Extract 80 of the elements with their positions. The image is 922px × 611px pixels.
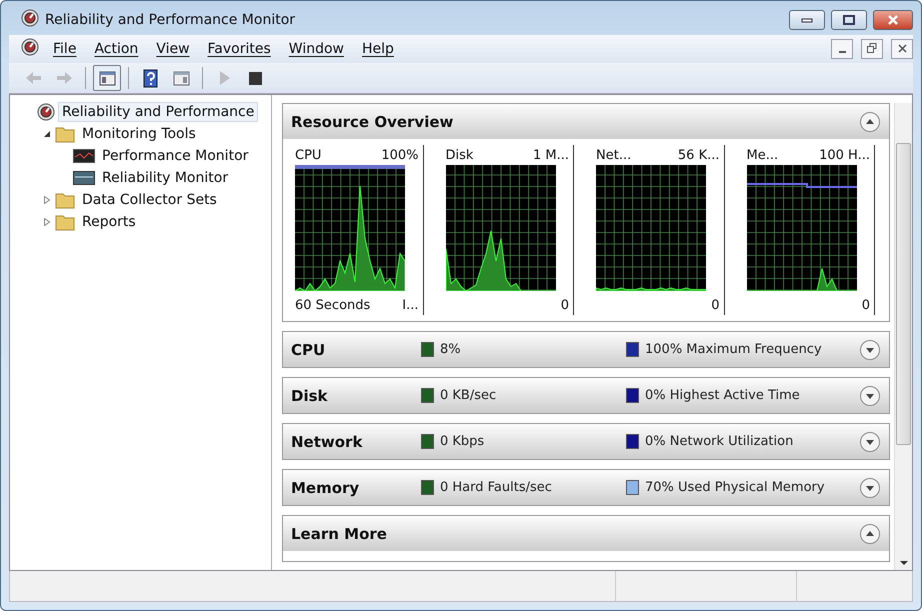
expand-icon[interactable] xyxy=(859,476,881,498)
stat-text: 0 Kbps xyxy=(440,434,484,449)
stat-text: 100% Maximum Frequency xyxy=(645,342,822,357)
restore-button[interactable] xyxy=(861,39,883,59)
panel-icon xyxy=(98,68,116,88)
tree-item[interactable]: Monitoring Tools xyxy=(78,124,200,144)
section-title: Disk xyxy=(291,386,328,404)
collapse-icon[interactable] xyxy=(43,130,51,138)
graph-max: 100% xyxy=(381,148,418,162)
window-title: Reliability and Performance Monitor xyxy=(45,12,296,28)
section-title: Memory xyxy=(291,478,360,496)
tree-item[interactable]: Reliability Monitor xyxy=(98,168,232,188)
stat-text: 8% xyxy=(440,342,461,357)
graph-min: 0 xyxy=(862,298,870,312)
expand-icon[interactable] xyxy=(859,338,881,360)
collapse-icon[interactable] xyxy=(859,522,881,544)
section-header[interactable]: Memory 0 Hard Faults/sec 70% Used Physical Memory xyxy=(283,470,889,505)
menu-item[interactable]: Favorites xyxy=(200,39,279,59)
tree-item[interactable]: Reports xyxy=(78,212,140,232)
panel-button[interactable] xyxy=(93,65,121,91)
chart-icon xyxy=(73,149,95,163)
minimize-button[interactable] xyxy=(789,10,825,30)
scroll-thumb[interactable] xyxy=(896,143,911,445)
tree-item[interactable]: Performance Monitor xyxy=(98,146,252,166)
chart-icon xyxy=(73,171,95,185)
section-title: Resource Overview xyxy=(291,112,454,130)
folder-icon xyxy=(55,125,75,143)
menu-item[interactable]: File xyxy=(45,39,84,59)
section-header[interactable]: Learn More xyxy=(283,516,889,551)
stat-text: 0% Highest Active Time xyxy=(645,388,800,403)
section-title: Learn More xyxy=(291,524,388,542)
graph-title: Net... xyxy=(596,148,632,162)
maximize-button[interactable] xyxy=(831,10,867,30)
section-header[interactable]: CPU 8% 100% Maximum Frequency xyxy=(283,332,889,367)
stat-text: 0% Network Utilization xyxy=(645,434,794,449)
collapse-icon[interactable] xyxy=(859,110,881,132)
close-button[interactable] xyxy=(891,39,913,59)
graph-min: I... xyxy=(402,298,418,312)
tree-item[interactable]: Reliability and Performance xyxy=(58,102,258,122)
section-header[interactable]: Network 0 Kbps 0% Network Utilization xyxy=(283,424,889,459)
maximize-icon xyxy=(843,15,855,25)
graph-time: 60 Seconds xyxy=(295,298,370,312)
help-icon xyxy=(140,68,160,88)
menu-item[interactable]: Help xyxy=(354,39,402,59)
close-button[interactable] xyxy=(873,10,913,30)
section-header[interactable]: Resource Overview xyxy=(283,104,889,139)
tree-item[interactable]: Data Collector Sets xyxy=(78,190,221,210)
panel-icon xyxy=(172,68,190,88)
graph-min: 0 xyxy=(560,298,569,312)
menu-item[interactable]: View xyxy=(148,39,198,59)
gauge-icon xyxy=(21,38,39,56)
minimize-button[interactable] xyxy=(831,39,853,59)
scrollbar[interactable] xyxy=(894,103,912,570)
graph-max: 56 K... xyxy=(678,148,720,162)
folder-icon xyxy=(55,191,75,209)
graph-max: 100 H... xyxy=(819,148,870,162)
graph-title: Me... xyxy=(746,148,778,162)
gauge-icon xyxy=(37,103,55,121)
folder-icon xyxy=(55,213,75,231)
stat-text: 0 KB/sec xyxy=(440,388,496,403)
stat-text: 0 Hard Faults/sec xyxy=(440,480,552,495)
gauge-icon xyxy=(21,9,39,27)
stat-text: 70% Used Physical Memory xyxy=(645,480,825,495)
graph-min: 0 xyxy=(711,298,720,312)
menu-item[interactable]: Window xyxy=(280,39,352,59)
section-title: CPU xyxy=(291,340,326,358)
close-icon xyxy=(898,44,906,52)
close-icon xyxy=(887,15,899,25)
graph-title: Disk xyxy=(446,148,474,162)
graph-title: CPU xyxy=(295,148,322,162)
expand-icon[interactable] xyxy=(859,384,881,406)
section-title: Network xyxy=(291,432,364,450)
restore-icon xyxy=(867,42,877,52)
minimize-icon xyxy=(838,50,846,52)
expand-icon[interactable] xyxy=(859,430,881,452)
graph-max: 1 M... xyxy=(532,148,569,162)
menu-item[interactable]: Action xyxy=(86,39,146,59)
section-header[interactable]: Disk 0 KB/sec 0% Highest Active Time xyxy=(283,378,889,413)
minimize-icon xyxy=(801,17,813,23)
scroll-down-icon[interactable] xyxy=(900,560,908,566)
